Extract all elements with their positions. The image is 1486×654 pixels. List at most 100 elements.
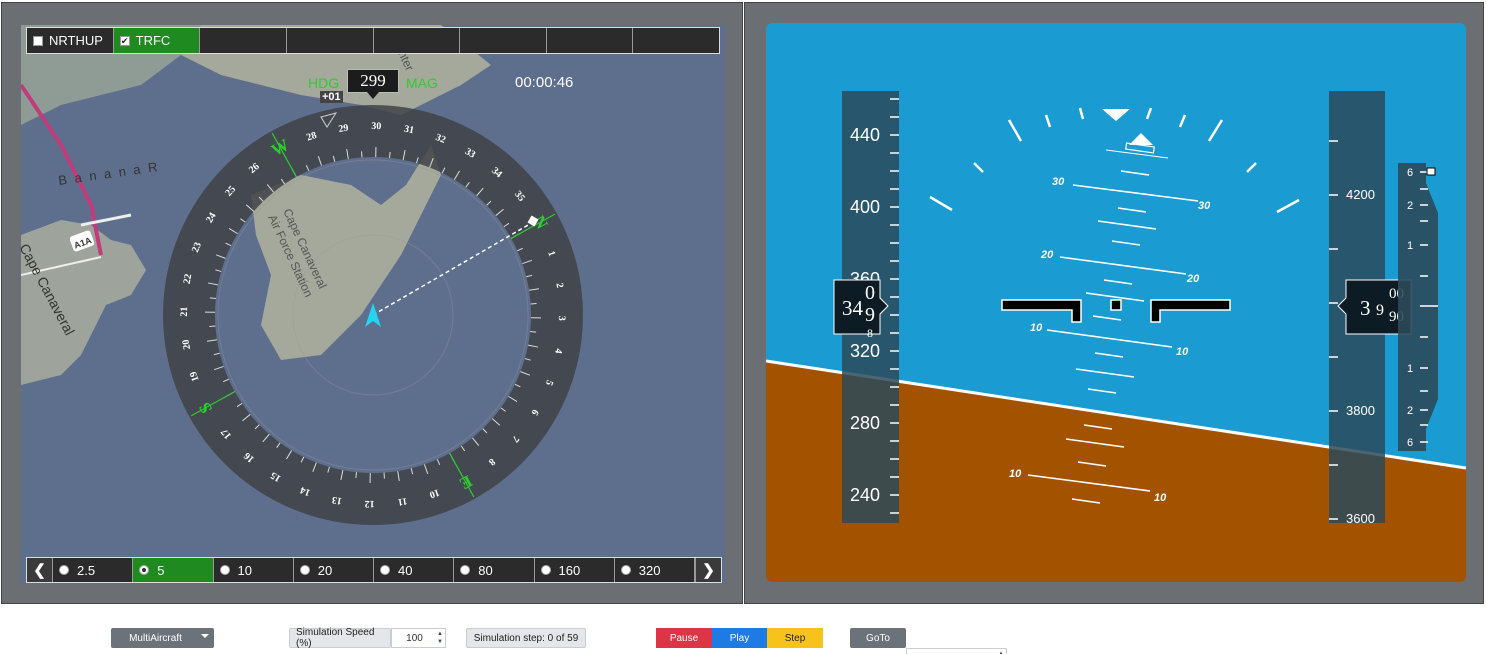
speed-tick-label: 400	[850, 197, 880, 217]
map-view[interactable]: 303132333435N12345678E1011121314151617S1…	[21, 25, 725, 584]
checkbox-icon[interactable]	[33, 35, 43, 46]
step-button[interactable]: Step	[767, 628, 823, 648]
goto-input[interactable]: 0▲▼	[906, 648, 1007, 654]
range-label: 80	[478, 562, 493, 578]
altitude-readout-big: 3	[1360, 296, 1371, 320]
range-option[interactable]: 20	[294, 558, 374, 582]
range-label: 5	[157, 562, 165, 578]
pitch-label: 20	[1040, 249, 1054, 261]
radio-icon[interactable]	[540, 565, 551, 575]
mag-label: MAG	[406, 75, 438, 91]
speed-tick-label: 240	[850, 485, 880, 505]
toggle-empty[interactable]	[633, 28, 719, 53]
vsi-pointer-icon	[1426, 167, 1436, 176]
sim-speed-label: Simulation Speed (%)	[289, 627, 391, 649]
toggle-empty[interactable]	[287, 28, 374, 53]
sim-speed-value: 100	[406, 632, 423, 644]
pfd-canvas: 30 30 20 20 10 10 10 10 440 400 360 320 …	[766, 23, 1466, 582]
range-option[interactable]: 80	[454, 558, 535, 582]
radio-icon[interactable]	[460, 565, 471, 575]
step-label: Step	[784, 632, 806, 644]
map-label-banana: B a n a n a R	[57, 159, 160, 188]
range-label: 20	[317, 562, 333, 578]
range-prev-button[interactable]: ❮	[27, 558, 53, 582]
range-option[interactable]: 5	[133, 558, 214, 582]
range-option[interactable]: 40	[374, 558, 455, 582]
compass-tick	[530, 331, 537, 333]
app-root: 303132333435N12345678E1011121314151617S1…	[0, 0, 1486, 654]
pitch-label: 30	[1052, 176, 1065, 188]
sim-step-of: of	[556, 632, 565, 644]
compass-label: 30	[371, 121, 381, 132]
radio-icon[interactable]	[299, 565, 310, 575]
sim-step-display: Simulation step: 0 of 59	[466, 628, 586, 648]
range-label: 2.5	[77, 562, 96, 578]
radio-icon[interactable]	[219, 565, 230, 575]
sim-speed-input[interactable]: 100 ▲ ▼	[391, 628, 446, 648]
toggle-empty[interactable]	[200, 28, 287, 53]
toggle-empty[interactable]	[460, 28, 547, 53]
radio-icon[interactable]	[620, 565, 631, 575]
vertical-speed-indicator	[1398, 163, 1438, 451]
range-label: 160	[558, 562, 581, 578]
play-button[interactable]: Play	[712, 628, 767, 648]
caret-down-icon	[201, 634, 209, 638]
speed-tick-label: 440	[850, 125, 880, 145]
pitch-label: 10	[1154, 492, 1167, 504]
spinner-icon[interactable]: ▲▼	[998, 650, 1004, 654]
speed-tick-label: 320	[850, 341, 880, 361]
compass-label: 3	[556, 316, 567, 321]
play-label: Play	[729, 632, 750, 644]
pitch-label: 10	[1009, 468, 1022, 480]
radio-icon[interactable]	[59, 565, 69, 575]
range-option[interactable]: 320	[615, 558, 695, 582]
sim-step-current: 0	[547, 632, 554, 644]
sim-speed-label-text: Simulation Speed (%)	[296, 627, 375, 649]
vsi-label: 2	[1407, 200, 1413, 212]
radio-selected-icon[interactable]	[139, 565, 150, 575]
speed-tick-label: 280	[850, 413, 880, 433]
compass-tick	[209, 297, 216, 299]
range-next-button[interactable]: ❯	[695, 558, 721, 582]
speed-readout-hundreds: 34	[842, 296, 864, 320]
spinner-icon[interactable]: ▲▼	[437, 630, 443, 646]
pitch-label: 30	[1198, 200, 1211, 212]
radio-icon[interactable]	[380, 565, 390, 575]
altitude-tick-label: 3600	[1346, 511, 1375, 526]
pitch-label: 20	[1186, 273, 1200, 285]
range-option[interactable]: 160	[535, 558, 615, 582]
toggle-empty[interactable]	[547, 28, 634, 53]
sim-step-label: Simulation step:	[473, 632, 545, 644]
heading-value: 299	[360, 71, 386, 90]
pitch-label: 10	[1030, 322, 1043, 334]
range-selector-bar: ❮ 2.5 5 10 20 40 80 160 320 ❯	[26, 557, 722, 583]
compass-label: 12	[365, 498, 375, 509]
vsi-label: 6	[1407, 167, 1413, 179]
vsi-label: 2	[1407, 405, 1413, 417]
pause-label: Pause	[669, 632, 699, 644]
chevron-left-icon: ❮	[33, 562, 46, 579]
vsi-label: 1	[1407, 363, 1413, 375]
range-option[interactable]: 2.5	[53, 558, 134, 582]
altitude-tick-label: 4200	[1346, 187, 1375, 202]
compass-label: 22	[182, 273, 195, 285]
altitude-readout-mid: 9	[1376, 302, 1384, 319]
map-toggle-bar: NRTHUP ✔ TRFC	[26, 27, 720, 54]
navigation-display-panel: 303132333435N12345678E1011121314151617S1…	[1, 2, 743, 604]
compass-label: 31	[403, 124, 415, 137]
range-option[interactable]: 10	[214, 558, 294, 582]
sim-clock: 00:00:46	[515, 74, 574, 91]
mode-dropdown[interactable]: MultiAircraft	[111, 628, 214, 648]
chevron-right-icon: ❯	[702, 562, 715, 579]
toggle-empty[interactable]	[374, 28, 461, 53]
checkbox-checked-icon[interactable]: ✔	[119, 35, 130, 46]
heading-display: HDG 299 MAG +01	[308, 69, 438, 105]
toggle-north-up[interactable]: NRTHUP	[27, 28, 114, 53]
goto-button[interactable]: GoTo	[850, 628, 906, 648]
toggle-label: TRFC	[135, 33, 171, 48]
pause-button[interactable]: Pause	[656, 628, 712, 648]
altitude-tick-label: 3800	[1346, 403, 1375, 418]
heading-pointer-icon	[367, 92, 379, 99]
toggle-traffic[interactable]: ✔ TRFC	[113, 28, 201, 53]
heading-box: 299	[347, 69, 399, 93]
